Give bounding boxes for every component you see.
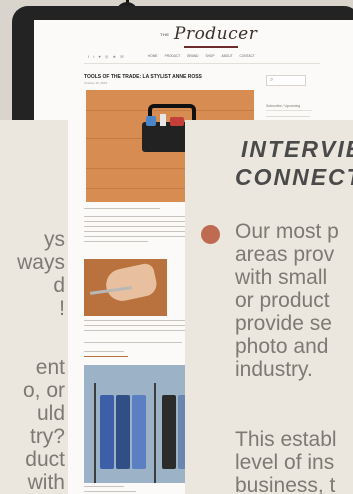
slide-body-line: level of ins — [235, 451, 335, 474]
logo-underline — [184, 46, 238, 48]
sidebar-title: Subscribe / Upcoming — [266, 104, 301, 108]
slide-body-paragraph-2: This establ level of ins business, t — [235, 428, 337, 494]
slide-body-line: photo and — [235, 335, 329, 358]
slide-body-line: areas prov — [235, 243, 335, 266]
slide-left-text-line: d — [53, 274, 65, 297]
nav-item-home[interactable]: HOME — [148, 54, 158, 58]
social-icons[interactable]: f t ♥ ◎ ★ ✉ — [88, 54, 125, 59]
slide-body-line: with small — [235, 266, 328, 289]
slide-left-text-line: with — [27, 471, 65, 494]
nav-item-about[interactable]: ABOUT — [222, 54, 233, 58]
slide-left-text-line: uld — [36, 402, 65, 425]
scene: THE Producer f t ♥ ◎ ★ ✉ HOME PRODUCT BR… — [0, 0, 353, 494]
slide-left-text-line: ways — [17, 251, 65, 274]
slide-left-text-line: o, or — [22, 379, 65, 402]
slide-left-text-line: ent — [35, 356, 65, 379]
bullet-dot-icon — [201, 225, 220, 244]
slide-left-text-line: duct — [25, 448, 65, 471]
slide-left-text-line: ys — [44, 228, 65, 251]
search-icon: ⌕ — [270, 77, 274, 83]
sidebar-divider — [266, 110, 312, 111]
header-divider — [84, 63, 320, 64]
slide-body-paragraph-1: Our most p areas prov with small or prod… — [235, 220, 339, 381]
photo-hand-tools — [84, 259, 167, 316]
slide-heading-line: INTERVIEW — [241, 136, 353, 162]
nav-item-contact[interactable]: CONTACT — [240, 54, 255, 58]
nav-item-brand[interactable]: BRAND — [187, 54, 198, 58]
slide-left-text-line: try? — [29, 425, 65, 448]
sidebar-text-line — [266, 116, 310, 118]
slide-left-panel: ys ways d ! ent o, or uld try? duct with — [0, 120, 68, 494]
caption-line — [84, 491, 136, 493]
body-text-line — [84, 351, 124, 353]
brand-logo[interactable]: Producer — [174, 24, 257, 44]
slide-body-line: This establ — [235, 428, 337, 451]
nav-item-product[interactable]: PRODUCT — [165, 54, 181, 58]
caption-line — [84, 486, 124, 488]
slide-body-line: or product — [235, 289, 330, 312]
brand-prefix: THE — [160, 32, 170, 37]
post-date: October 15, 2015 — [84, 81, 108, 85]
nav-item-shop[interactable]: SHOP — [206, 54, 215, 58]
body-text-line — [84, 342, 182, 344]
slide-body-line: industry. — [235, 358, 313, 381]
post-title[interactable]: TOOLS OF THE TRADE: LA STYLIST ANNE ROSS — [84, 74, 202, 80]
slide-heading-line: CONNECT — [235, 164, 353, 190]
body-text-line — [84, 208, 160, 210]
body-text-line — [84, 241, 148, 243]
site-nav: HOME PRODUCT BRAND SHOP ABOUT CONTACT — [148, 54, 255, 58]
slide-body-line: provide se — [235, 312, 332, 335]
photo-credit-link[interactable] — [84, 356, 128, 358]
search-input[interactable]: ⌕ — [266, 75, 306, 86]
slide-body-line: Our most p — [235, 220, 339, 243]
slide-left-text-line: ! — [59, 297, 65, 320]
slide-right-panel: INTERVIEW CONNECT Our most p areas prov … — [185, 120, 353, 494]
slide-body-line: business, t — [235, 474, 336, 494]
